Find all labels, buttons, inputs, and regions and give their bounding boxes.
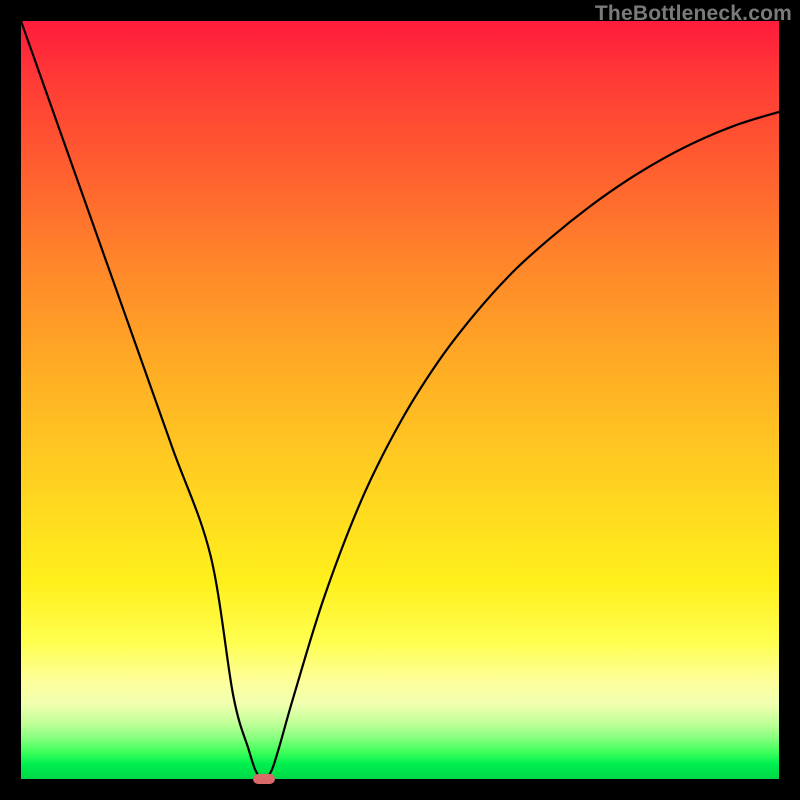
minimum-marker (253, 774, 275, 784)
chart-frame: TheBottleneck.com (0, 0, 800, 800)
bottleneck-curve (21, 21, 779, 779)
plot-area (21, 21, 779, 779)
